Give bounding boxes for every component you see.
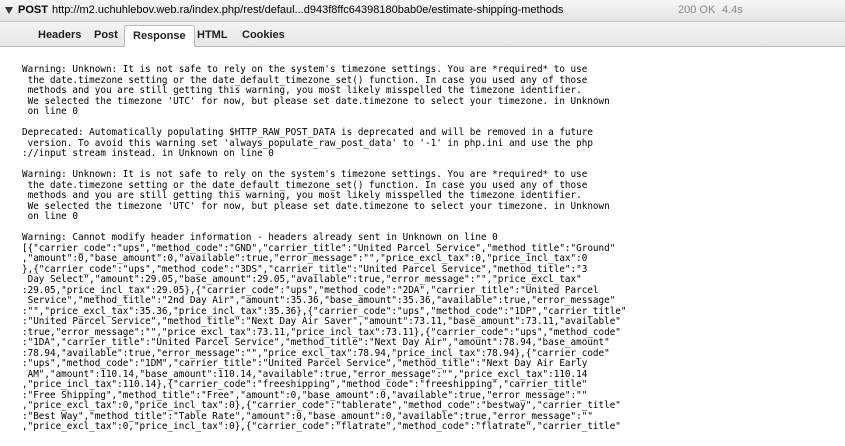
response-paragraph: Warning: Cannot modify header informatio…	[22, 232, 627, 432]
response-status: 200 OK	[678, 4, 716, 16]
tab-bar: Headers Post Response HTML Cookies	[0, 22, 845, 47]
request-header[interactable]: POST http://m2.uchuhlebov.web.ra/index.p…	[0, 0, 845, 22]
response-body: Warning: Unknown: It is not safe to rely…	[0, 47, 845, 433]
response-paragraph: Deprecated: Automatically populating $HT…	[22, 127, 593, 159]
request-method: POST	[18, 4, 48, 16]
response-time: 4.4s	[722, 4, 743, 16]
request-url: http://m2.uchuhlebov.web.ra/index.php/re…	[52, 4, 564, 16]
tab-post[interactable]: Post	[86, 25, 126, 47]
tab-response[interactable]: Response	[124, 25, 195, 47]
response-paragraph: Warning: Unknown: It is not safe to rely…	[22, 169, 610, 222]
tab-html[interactable]: HTML	[189, 25, 236, 47]
tab-headers[interactable]: Headers	[30, 25, 89, 47]
collapse-triangle-icon[interactable]	[5, 7, 13, 14]
response-panel[interactable]: Warning: Unknown: It is not safe to rely…	[0, 47, 845, 446]
tab-cookies[interactable]: Cookies	[234, 25, 293, 47]
response-paragraph: Warning: Unknown: It is not safe to rely…	[22, 64, 610, 117]
